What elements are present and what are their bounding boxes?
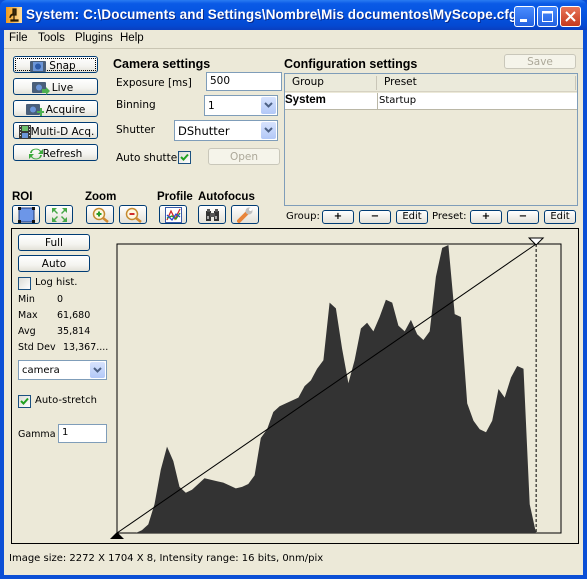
status-bar: Image size: 2272 X 1704 X 8, Intensity r…: [9, 553, 324, 564]
checkmark-icon: [20, 397, 29, 405]
multi-d-acq-button[interactable]: Multi-D Acq.: [13, 122, 98, 139]
save-button[interactable]: Save: [504, 54, 576, 69]
roi-rectangle-icon: [18, 207, 35, 223]
stat-min-value: 0: [57, 294, 64, 305]
group-add-button[interactable]: +: [322, 210, 354, 224]
stat-max-label: Max: [18, 310, 38, 321]
gamma-label: Gamma: [18, 429, 56, 440]
autofocus-settings-button[interactable]: [231, 205, 259, 224]
window-title: System: C:\Documents and Settings\Nombre…: [26, 7, 518, 22]
stat-avg-label: Avg: [18, 326, 36, 337]
auto-range-button[interactable]: Auto: [18, 255, 90, 272]
log-hist-checkbox[interactable]: [18, 277, 31, 290]
binning-value: 1: [208, 100, 215, 112]
close-button[interactable]: [560, 6, 581, 27]
profile-heading: Profile: [157, 191, 193, 203]
zoom-heading: Zoom: [85, 191, 117, 203]
table-row[interactable]: System Startup: [285, 93, 577, 110]
menu-help[interactable]: Help: [120, 32, 144, 44]
client-area: File Tools Plugins Help Snap Live Acquir…: [4, 30, 583, 575]
cell-preset: Startup: [379, 95, 417, 106]
binning-select[interactable]: 1: [204, 95, 278, 116]
camera-settings-heading: Camera settings: [113, 57, 211, 71]
app-window: System: C:\Documents and Settings\Nombre…: [0, 0, 587, 579]
preset-remove-button[interactable]: −: [507, 210, 539, 224]
snap-button[interactable]: Snap: [13, 56, 98, 73]
chevron-down-icon[interactable]: [261, 97, 276, 114]
live-button[interactable]: Live: [13, 78, 98, 95]
profile-button[interactable]: [159, 205, 187, 224]
auto-stretch-checkbox[interactable]: [18, 395, 31, 408]
cell-divider: [377, 93, 378, 109]
channel-select[interactable]: camera: [18, 360, 107, 380]
auto-shutter-label: Auto shutter: [116, 152, 182, 164]
acquire-button[interactable]: Acquire: [13, 100, 98, 117]
stat-stddev-label: Std Dev: [18, 342, 56, 353]
roi-heading: ROI: [12, 191, 33, 203]
autofocus-heading: Autofocus: [198, 191, 255, 203]
channel-value: camera: [22, 365, 60, 376]
expand-arrows-icon: [52, 208, 67, 222]
roi-set-button[interactable]: [12, 205, 40, 224]
group-label: Group:: [286, 211, 320, 222]
preset-label: Preset:: [432, 211, 467, 222]
minimize-button[interactable]: [514, 6, 535, 27]
stat-stddev-value: 13,367....: [63, 342, 109, 353]
full-range-button[interactable]: Full: [18, 234, 90, 251]
zoom-out-button[interactable]: [119, 205, 147, 224]
histogram-panel: Full Auto Log hist. Min 0 Max 61,680 Avg…: [11, 228, 579, 544]
stat-max-value: 61,680: [57, 310, 91, 321]
preset-add-button[interactable]: +: [470, 210, 502, 224]
chevron-down-icon[interactable]: [261, 122, 276, 139]
menu-tools[interactable]: Tools: [38, 32, 65, 44]
wrench-icon: [237, 207, 253, 223]
auto-stretch-label: Auto-stretch: [35, 395, 97, 406]
preset-edit-button[interactable]: Edit: [544, 210, 576, 224]
group-edit-button[interactable]: Edit: [396, 210, 428, 224]
autofocus-button[interactable]: [198, 205, 226, 224]
log-hist-label: Log hist.: [35, 277, 78, 288]
maximize-button[interactable]: [537, 6, 558, 27]
open-shutter-button[interactable]: Open: [208, 148, 280, 165]
exposure-input[interactable]: 500: [206, 72, 282, 91]
group-remove-button[interactable]: −: [359, 210, 391, 224]
shutter-label: Shutter: [116, 124, 155, 136]
title-bar[interactable]: System: C:\Documents and Settings\Nombre…: [0, 0, 587, 30]
zoom-out-icon: [125, 207, 142, 223]
menu-plugins[interactable]: Plugins: [75, 32, 113, 44]
stat-min-label: Min: [18, 294, 35, 305]
stat-avg-value: 35,814: [57, 326, 91, 337]
column-separator: [575, 76, 576, 90]
shutter-value: DShutter: [178, 124, 230, 138]
column-header-group[interactable]: Group: [285, 74, 377, 92]
configuration-table: Group Preset System Startup: [284, 73, 578, 206]
zoom-in-button[interactable]: [86, 205, 114, 224]
refresh-button[interactable]: Refresh: [13, 144, 98, 161]
chevron-down-icon[interactable]: [90, 362, 105, 378]
binning-label: Binning: [116, 99, 156, 111]
microscope-icon[interactable]: [6, 7, 22, 23]
roi-clear-button[interactable]: [45, 205, 73, 224]
checkmark-icon: [180, 153, 189, 161]
cell-group: System: [285, 94, 326, 106]
zoom-in-icon: [92, 207, 109, 223]
binoculars-icon: [206, 209, 219, 221]
menu-bar: File Tools Plugins Help: [4, 30, 583, 49]
histogram-chart[interactable]: [110, 233, 572, 539]
auto-shutter-checkbox[interactable]: [178, 151, 191, 164]
column-header-preset[interactable]: Preset: [377, 74, 577, 92]
gamma-input[interactable]: 1: [58, 424, 107, 443]
configuration-settings-heading: Configuration settings: [284, 57, 418, 71]
menu-file[interactable]: File: [9, 32, 28, 44]
line-profile-icon: [165, 207, 182, 223]
exposure-label: Exposure [ms]: [116, 77, 192, 89]
shutter-select[interactable]: DShutter: [174, 120, 278, 141]
